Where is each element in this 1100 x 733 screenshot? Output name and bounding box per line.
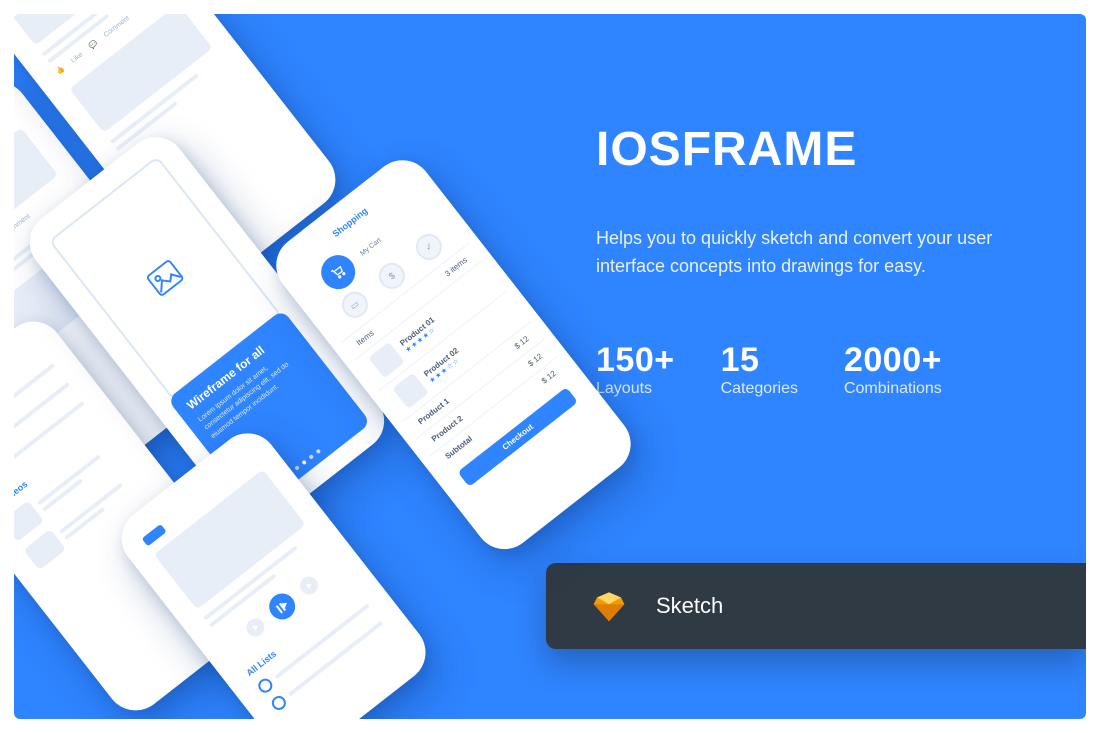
tag-chip	[142, 524, 167, 547]
promo-canvas: IOSFRAME Helps you to quickly sketch and…	[0, 0, 1100, 733]
hero-panel: IOSFRAME Helps you to quickly sketch and…	[14, 14, 1086, 719]
cart-label: My Cart	[359, 236, 383, 257]
comment-label: Comment	[14, 212, 31, 236]
pause-icon	[264, 588, 300, 624]
picture-icon	[145, 259, 185, 298]
next-icon	[296, 573, 321, 598]
prev-icon	[243, 615, 268, 640]
